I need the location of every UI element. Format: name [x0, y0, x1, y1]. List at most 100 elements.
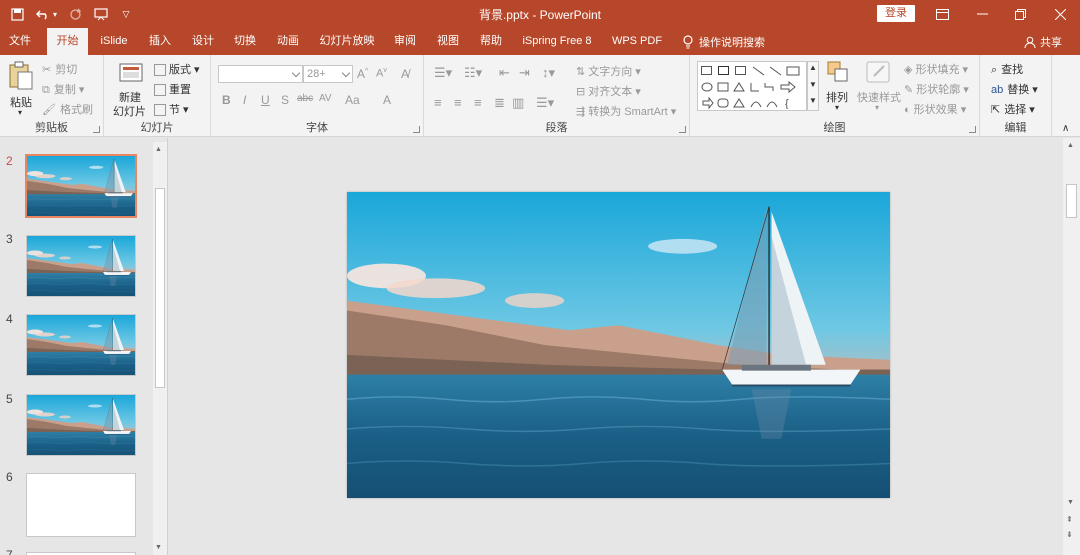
quick-styles-button[interactable]: 快速样式 ▾ — [857, 61, 901, 117]
tab-home[interactable]: 开始 — [47, 28, 88, 55]
slide-thumbnail-2[interactable] — [25, 154, 137, 218]
close-icon[interactable] — [1040, 0, 1080, 28]
bold-button[interactable]: B — [222, 93, 231, 107]
justify-icon[interactable]: ≣ — [494, 95, 505, 111]
align-right-icon[interactable]: ≡ — [474, 95, 482, 110]
tab-review[interactable]: 审阅 — [388, 28, 422, 55]
scrollbar-thumb[interactable] — [155, 188, 165, 388]
basic-shapes-icon[interactable] — [701, 81, 801, 93]
tab-wps-pdf[interactable]: WPS PDF — [608, 28, 666, 55]
restore-icon[interactable] — [1000, 0, 1040, 28]
align-text-button[interactable]: ⊟ 对齐文本 ▾ — [576, 83, 641, 99]
collapse-ribbon-icon[interactable]: ∧ — [1062, 123, 1069, 134]
format-painter-button[interactable]: 🖌 格式刷 — [42, 101, 93, 117]
font-launcher-icon[interactable] — [413, 126, 420, 133]
quick-styles-icon — [866, 61, 890, 83]
chevron-down-icon: ▾ — [875, 103, 880, 112]
tab-design[interactable]: 设计 — [186, 28, 220, 55]
bullets-icon[interactable]: ☰▾ — [434, 65, 452, 81]
rectangle-shape-icon[interactable] — [701, 66, 712, 75]
tab-file[interactable]: 文件 — [2, 28, 38, 55]
chevron-down-icon — [291, 68, 301, 78]
slide-thumbnail-4[interactable] — [26, 314, 136, 376]
increase-indent-icon[interactable]: ⇥ — [519, 65, 530, 81]
find-button[interactable]: ⌕ 查找 — [991, 61, 1023, 77]
line-spacing-icon[interactable]: ↕▾ — [542, 65, 555, 81]
section-button[interactable]: 节 ▾ — [154, 101, 189, 117]
change-case-button[interactable]: Aa — [345, 93, 360, 107]
tab-slideshow[interactable]: 幻灯片放映 — [314, 28, 380, 55]
shadow-button[interactable]: S — [281, 93, 289, 107]
tab-islide[interactable]: iSlide — [94, 28, 134, 55]
shape-effects-button[interactable]: ◐ 形状效果 ▾ — [904, 101, 966, 117]
layout-label: 版式 — [169, 64, 191, 76]
slides-group: 新建 幻灯片 版式 ▾ 重置 节 ▾ 幻灯片 — [104, 55, 211, 137]
slide-thumbnail-panel: 2 3 4 5 6 7 — [0, 138, 168, 555]
shrink-font-icon[interactable]: Av — [376, 67, 387, 80]
smartart-button[interactable]: ⇶ 转换为 SmartArt ▾ — [576, 103, 676, 119]
line-shapes-icon[interactable] — [752, 66, 802, 76]
font-color-button[interactable]: A — [383, 93, 391, 107]
tab-transitions[interactable]: 切换 — [228, 28, 262, 55]
select-button[interactable]: ⇱ 选择 ▾ — [991, 101, 1035, 117]
grow-font-icon[interactable]: A^ — [357, 67, 368, 81]
font-name-combo[interactable] — [218, 65, 303, 83]
paste-button[interactable]: 粘贴 ▾ — [6, 61, 36, 121]
tell-me-search[interactable]: 操作说明搜索 — [683, 34, 765, 50]
columns-icon[interactable]: ▥ — [512, 95, 524, 111]
tab-ispring[interactable]: iSpring Free 8 — [517, 28, 597, 55]
share-button[interactable]: 共享 — [1024, 34, 1062, 50]
align-left-icon[interactable]: ≡ — [434, 95, 442, 110]
reset-button[interactable]: 重置 — [154, 81, 191, 97]
replace-button[interactable]: ab 替换 ▾ — [991, 81, 1038, 97]
scroll-up-icon[interactable]: ▲ — [155, 146, 162, 153]
thumbnail-scrollbar[interactable]: ▲ ▼ — [153, 142, 167, 555]
scrollbar-thumb[interactable] — [1066, 184, 1077, 218]
shapes-gallery-scroll[interactable]: ▲ ▼ ▼ — [807, 61, 819, 111]
paragraph-launcher-icon[interactable] — [679, 126, 686, 133]
scroll-down-icon[interactable]: ▼ — [155, 544, 162, 551]
italic-button[interactable]: I — [243, 93, 246, 107]
decrease-indent-icon[interactable]: ⇤ — [499, 65, 510, 81]
drawing-launcher-icon[interactable] — [969, 126, 976, 133]
align-center-icon[interactable]: ≡ — [454, 95, 462, 110]
ribbon-display-icon[interactable] — [922, 0, 962, 28]
numbering-icon[interactable]: ☷▾ — [464, 65, 482, 81]
font-size-combo[interactable]: 28+ — [303, 65, 353, 83]
new-slide-button[interactable]: 新建 幻灯片 — [110, 59, 154, 121]
tab-animations[interactable]: 动画 — [271, 28, 305, 55]
slide-thumbnail-6[interactable] — [26, 473, 136, 537]
char-spacing-button[interactable]: AV — [319, 93, 332, 104]
next-slide-icon[interactable]: ⇟ — [1066, 530, 1073, 539]
slide-scrollbar[interactable]: ▲ ▼ ⇞ ⇟ — [1063, 138, 1080, 555]
tab-insert[interactable]: 插入 — [140, 28, 180, 55]
textbox-vertical-shape-icon[interactable] — [735, 66, 746, 75]
copy-button[interactable]: ⧉ 复制 ▾ — [42, 81, 84, 97]
underline-button[interactable]: U — [261, 93, 270, 107]
shape-fill-button[interactable]: ◈ 形状填充 ▾ — [904, 61, 968, 77]
cut-button[interactable]: ✂ 剪切 — [42, 61, 77, 77]
shapes-gallery[interactable]: { — [697, 61, 807, 111]
tab-help[interactable]: 帮助 — [474, 28, 508, 55]
arrange-button[interactable]: 排列 ▾ — [824, 61, 854, 117]
login-button[interactable]: 登录 — [877, 5, 915, 22]
current-slide[interactable] — [347, 192, 890, 498]
arrow-shapes-icon[interactable]: { — [701, 97, 801, 109]
clipboard-launcher-icon[interactable] — [93, 126, 100, 133]
previous-slide-icon[interactable]: ⇞ — [1066, 515, 1073, 524]
scroll-up-icon[interactable]: ▲ — [1067, 142, 1074, 149]
strikethrough-button[interactable]: abc — [297, 93, 313, 104]
minimize-icon[interactable] — [962, 0, 1002, 28]
slide-thumbnail-5[interactable] — [26, 394, 136, 456]
textbox-shape-icon[interactable] — [718, 66, 729, 75]
slide-thumbnail-3[interactable] — [26, 235, 136, 297]
scroll-down-icon[interactable]: ▼ — [1067, 499, 1074, 506]
paragraph-spacing-icon[interactable]: ☰▾ — [536, 95, 554, 111]
tab-view[interactable]: 视图 — [431, 28, 465, 55]
shape-outline-button[interactable]: ✎ 形状轮廓 ▾ — [904, 81, 969, 97]
clear-format-icon[interactable]: A̸ — [401, 67, 409, 81]
layout-button[interactable]: 版式 ▾ — [154, 61, 200, 77]
text-direction-label: 文字方向 — [588, 66, 633, 78]
copy-label: 复制 — [53, 84, 76, 96]
text-direction-button[interactable]: ⇅ 文字方向 ▾ — [576, 63, 641, 79]
